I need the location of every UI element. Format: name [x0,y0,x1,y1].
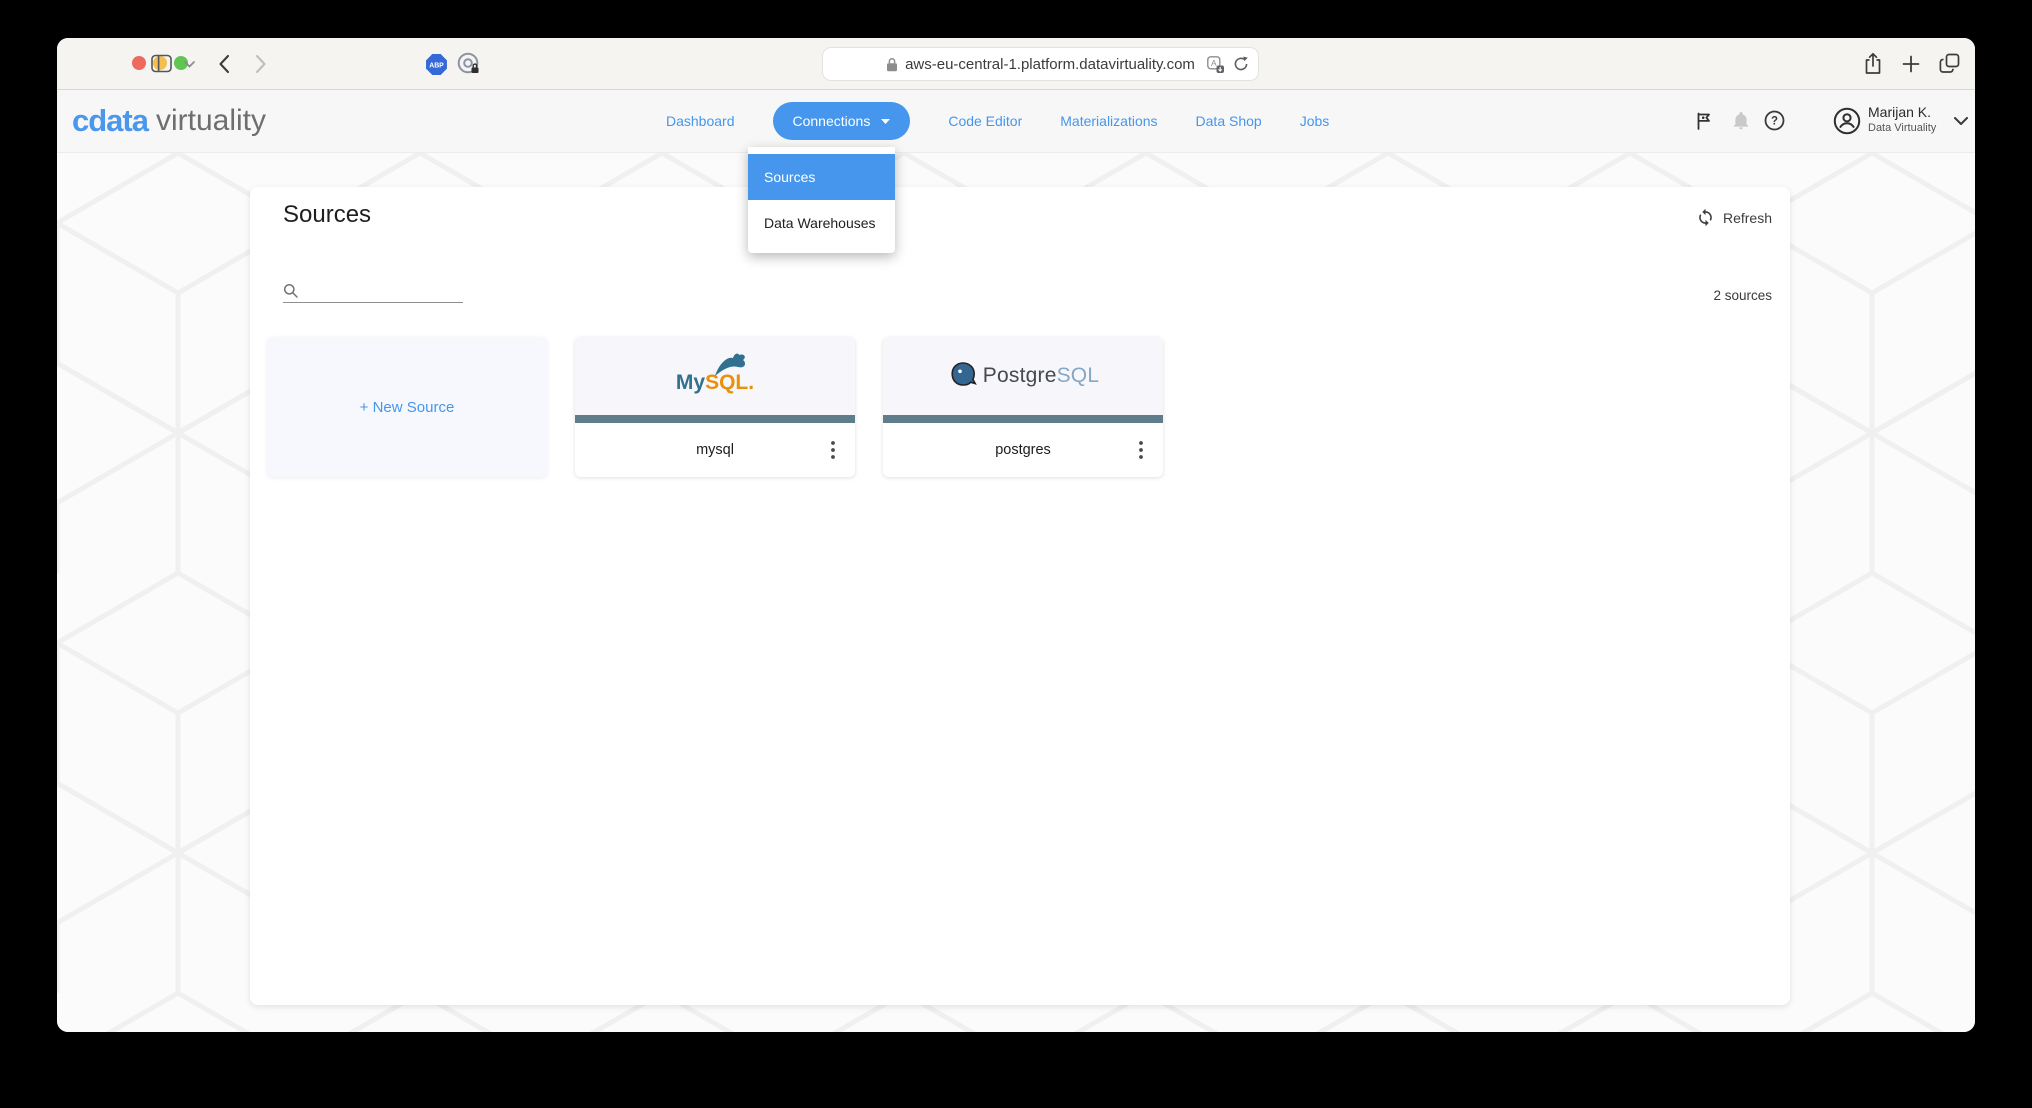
lock-icon [886,57,898,72]
search-icon [283,283,299,299]
nav-data-shop[interactable]: Data Shop [1196,113,1262,129]
postgres-wordmark-postgre: Postgre [983,364,1057,387]
share-icon[interactable] [1863,52,1883,76]
nav-materializations[interactable]: Materializations [1060,113,1157,129]
sources-panel: Sources Refresh 2 sources + New Source [250,187,1790,1005]
screenshot-root: { "browser": { "url": "aws-eu-central-1.… [0,0,2032,1108]
app-header: cdata virtuality Dashboard Connections C… [57,90,1975,153]
source-name: postgres [995,442,1051,458]
postgres-wordmark-sql: SQL [1057,364,1100,387]
nav-connections[interactable]: Connections [773,102,911,140]
card-accent-bar [575,415,855,423]
page-title: Sources [283,201,371,229]
refresh-label: Refresh [1723,210,1772,226]
sidebar-toggle-icon[interactable] [151,54,172,73]
postgresql-elephant-icon [947,360,979,392]
source-card-mysql[interactable]: MySQL. mysql [575,337,855,477]
help-glyph: ? [1771,116,1778,128]
logo-virtuality: virtuality [156,104,266,138]
back-button[interactable] [218,54,230,74]
mysql-logo: MySQL. [575,337,855,415]
source-cards: + New Source MySQL. [267,337,1163,477]
refresh-icon [1696,208,1715,227]
close-window-button[interactable] [132,56,146,70]
user-name: Marijan K. [1868,104,1936,122]
source-card-postgres[interactable]: PostgreSQL postgres [883,337,1163,477]
card-accent-bar [883,415,1163,423]
card-menu-kebab-icon[interactable] [1135,437,1147,463]
new-source-label: + New Source [360,399,455,416]
browser-window: ABP aws-eu-central-1.platform.datavirtua… [57,38,1975,1032]
user-avatar-icon[interactable] [1833,107,1861,135]
card-menu-kebab-icon[interactable] [827,437,839,463]
user-menu[interactable]: Marijan K. Data Virtuality [1868,104,1936,135]
new-source-card[interactable]: + New Source [267,337,547,477]
sidebar-chevron-icon[interactable] [184,61,195,68]
header-right: ? Marijan K. Data Virtuality [1675,90,1975,152]
help-icon[interactable]: ? [1764,110,1785,131]
address-bar[interactable]: aws-eu-central-1.platform.datavirtuality… [823,48,1258,80]
notifications-bell-icon[interactable] [1731,110,1751,131]
nav-jobs[interactable]: Jobs [1300,113,1330,129]
postgresql-logo: PostgreSQL [883,337,1163,415]
flag-icon[interactable] [1694,111,1714,131]
reload-icon[interactable] [1233,56,1249,72]
refresh-button[interactable]: Refresh [1696,208,1772,227]
password-extension-icon[interactable] [457,52,481,76]
sources-count: 2 sources [1713,288,1772,303]
nav-dashboard[interactable]: Dashboard [666,113,735,129]
search-input[interactable] [305,283,463,299]
mysql-wordmark-my: My [676,371,705,394]
mysql-dolphin-icon [710,349,752,379]
forward-button[interactable] [255,54,267,74]
nav-code-editor[interactable]: Code Editor [948,113,1022,129]
user-chevron-down-icon[interactable] [1954,117,1968,125]
svg-text:A: A [1211,58,1217,68]
search-field [283,273,463,303]
url-text: aws-eu-central-1.platform.datavirtuality… [905,56,1195,73]
logo-cdata: cdata [72,103,148,139]
nav-connections-label: Connections [793,113,871,129]
adblock-label: ABP [429,63,444,70]
menu-item-sources[interactable]: Sources [748,154,895,200]
tab-overview-icon[interactable] [1939,53,1960,74]
app-logo: cdata virtuality [72,90,266,152]
card-footer: mysql [575,423,855,477]
new-tab-icon[interactable] [1902,55,1920,73]
page-background: Sources Refresh 2 sources + New Source [57,153,1975,1032]
connections-dropdown-menu: Sources Data Warehouses [748,147,895,253]
caret-down-icon [881,119,890,124]
translate-icon[interactable]: A [1207,56,1224,73]
menu-item-data-warehouses[interactable]: Data Warehouses [748,200,895,246]
main-nav: Dashboard Connections Code Editor Materi… [666,90,1329,152]
user-org: Data Virtuality [1868,122,1936,136]
adblock-extension-icon[interactable]: ABP [425,53,448,76]
card-footer: postgres [883,423,1163,477]
source-name: mysql [696,442,734,458]
browser-toolbar: ABP aws-eu-central-1.platform.datavirtua… [57,38,1975,90]
